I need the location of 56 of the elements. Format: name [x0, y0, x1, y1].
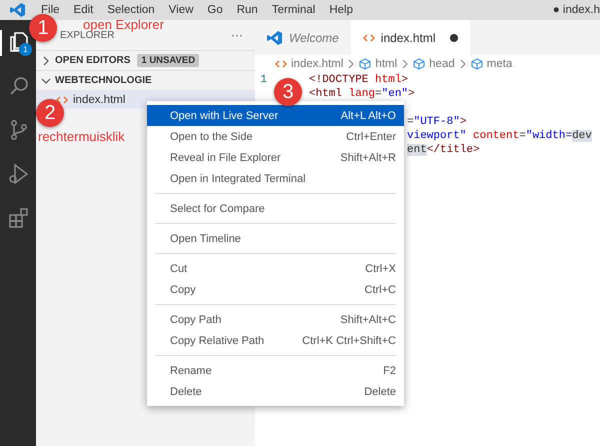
breadcrumb[interactable]: head	[429, 58, 455, 70]
cube-icon	[413, 58, 426, 70]
chevron-right-icon	[401, 59, 410, 69]
menu-item[interactable]: Copy Path Shift+Alt+C	[147, 309, 404, 330]
breadcrumb[interactable]: index.html	[291, 58, 344, 70]
modified-dot-icon	[450, 34, 458, 42]
editor-tab[interactable]: index.html	[350, 20, 470, 55]
code-icon	[275, 58, 287, 70]
menu-item[interactable]: Open with Live Server Alt+L Alt+O	[147, 105, 404, 126]
files-icon	[7, 30, 31, 54]
menu-item[interactable]: View	[162, 4, 200, 16]
app-logo	[10, 2, 26, 18]
line-number: 1	[259, 74, 267, 86]
unsaved-badge: 1 UNSAVED	[137, 54, 200, 67]
cube-icon	[359, 58, 372, 70]
menu-item[interactable]: Help	[322, 4, 360, 16]
chevron-right-icon	[458, 59, 467, 69]
code-line: <!DOCTYPE html>	[309, 74, 408, 86]
breadcrumb[interactable]: html	[375, 58, 398, 70]
count-badge: 1	[19, 43, 32, 56]
menu-item[interactable]: Go	[200, 4, 230, 16]
run-debug-icon	[7, 162, 31, 186]
menu-item[interactable]: Copy Relative Path Ctrl+K Ctrl+Shift+C	[147, 330, 404, 351]
code-icon	[56, 94, 68, 106]
menu-item[interactable]: Open in Integrated Terminal	[147, 168, 404, 189]
menu-item[interactable]: Select for Compare	[147, 198, 404, 219]
code-line: <html lang="en">	[309, 88, 415, 100]
code-line: viewport" content="width=dev	[407, 130, 592, 142]
more-actions-button[interactable]: ···	[231, 28, 243, 42]
menu-item[interactable]: Copy Ctrl+C	[147, 279, 404, 300]
menu-item[interactable]: Selection	[100, 4, 162, 16]
extensions-icon	[7, 206, 31, 230]
menu-item[interactable]: Open to the Side Ctrl+Enter	[147, 126, 404, 147]
menu-item[interactable]: Reveal in File Explorer Shift+Alt+R	[147, 147, 404, 168]
menu-item[interactable]: Delete Delete	[147, 381, 404, 402]
section-header[interactable]: WEBTECHNOLOGIE	[55, 75, 152, 86]
section-header[interactable]: OPEN EDITORS	[55, 55, 130, 66]
code-icon	[362, 32, 375, 44]
breadcrumb[interactable]: meta	[486, 58, 512, 70]
code-line: ="UTF-8">	[407, 116, 466, 128]
menu-item[interactable]: Cut Ctrl+X	[147, 258, 404, 279]
annotation-label: rechtermuisklik	[38, 129, 125, 144]
menu-item[interactable]: File	[34, 4, 67, 16]
menu-item[interactable]: Edit	[66, 4, 100, 16]
menu-item[interactable]: Run	[230, 4, 265, 16]
code-line: ent</title>	[407, 144, 480, 156]
annotation-label: open Explorer	[83, 17, 164, 32]
menu-item[interactable]: Open Timeline	[147, 228, 404, 249]
chevron-right-icon	[347, 59, 356, 69]
cube-icon	[470, 58, 483, 70]
window-title: ● index.h	[552, 4, 600, 16]
menu-item[interactable]: Rename F2	[147, 360, 404, 381]
vscode-logo-icon	[267, 30, 283, 46]
editor-tab[interactable]: Welcome	[255, 20, 351, 55]
menu-item[interactable]: Terminal	[264, 4, 322, 16]
sidebar-title: EXPLORER	[60, 30, 114, 40]
